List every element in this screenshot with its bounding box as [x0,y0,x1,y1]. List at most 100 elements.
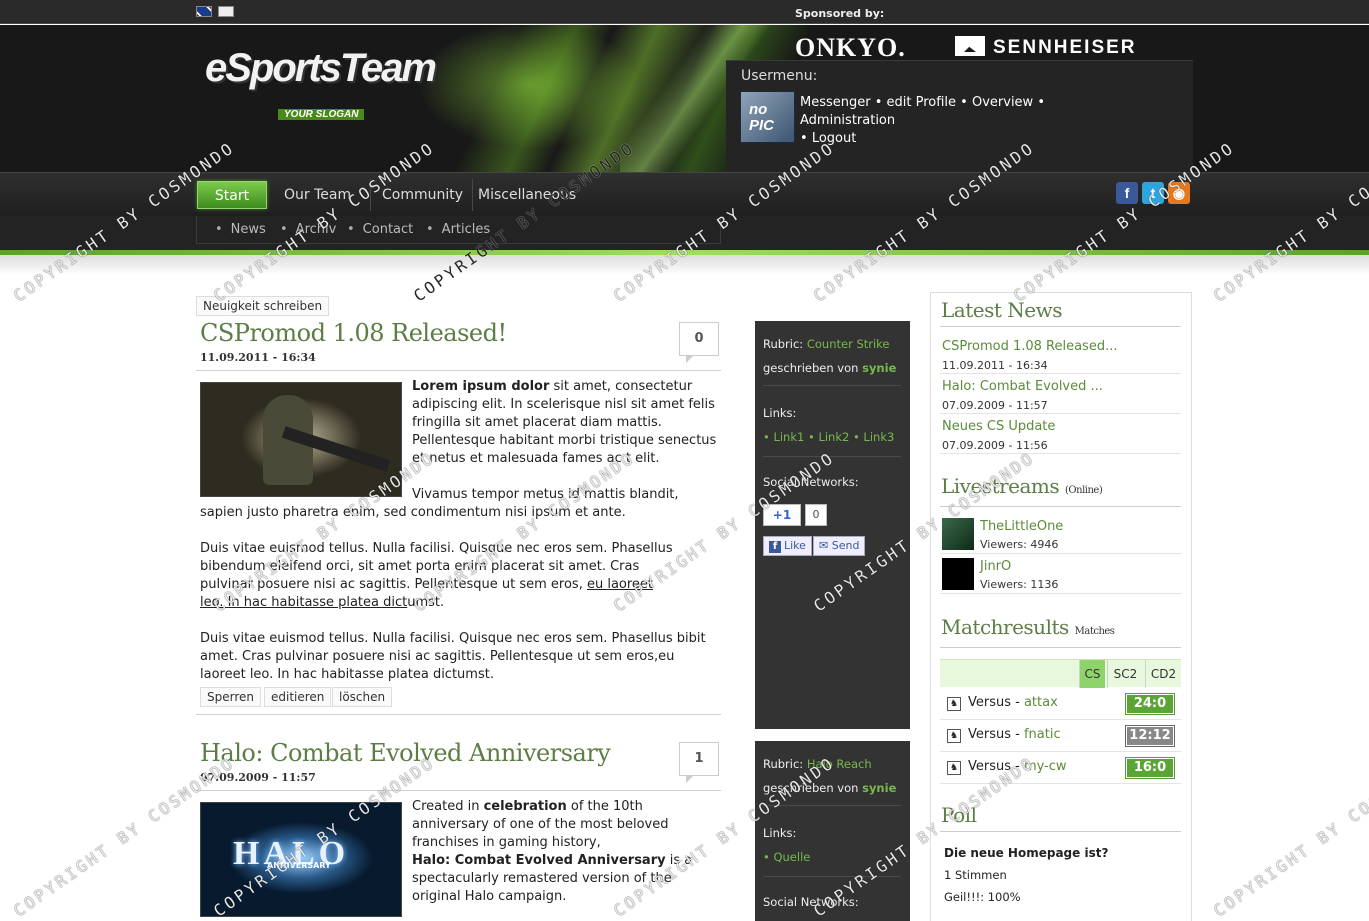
site-slogan: YOUR SLOGAN [278,109,365,120]
latest-news-link[interactable]: CSPromod 1.08 Released... [942,339,1117,354]
score-badge: 12:12 [1126,726,1174,746]
latest-news-date: 07.09.2009 - 11:56 [942,439,1048,452]
stream-viewers: Viewers: 1136 [980,578,1059,591]
nav-our-team[interactable]: Our Team [275,181,360,209]
meta-divider [763,876,901,877]
poll-heading: Poll [941,803,977,827]
match-tabs: CS SC2 CD2 [940,659,1181,688]
facebook-send-button[interactable]: ✉ Send [813,536,866,556]
link-2[interactable]: Link2 [818,430,849,444]
rss-icon[interactable]: ◉ [1168,182,1190,204]
tab-cd2[interactable]: CD2 [1145,660,1181,688]
stream-avatar [942,558,974,590]
english-flag-icon[interactable] [196,6,212,17]
sennheiser-mark-icon [955,36,985,56]
rubric-line: Rubric: Counter Strike [763,337,890,351]
comment-count-badge[interactable]: 1 [679,742,719,783]
match-row[interactable]: ♞ Versus - attax 24:0 [940,688,1181,720]
nav-start[interactable]: Start [197,181,267,209]
facebook-like-button[interactable]: f Like [763,536,812,556]
source-link[interactable]: Quelle [773,850,810,864]
match-label: Versus - my-cw [968,759,1067,774]
news-image[interactable]: HALO ANNIVERSARY [200,802,402,917]
subnav-news[interactable]: News [215,222,266,237]
stream-avatar [942,518,974,550]
links-label: Links: [763,406,797,420]
latest-news-link[interactable]: Neues CS Update [942,419,1055,434]
meta-divider [763,456,901,457]
messenger-link[interactable]: Messenger [800,95,871,110]
list-item[interactable]: JinrO Viewers: 1136 [940,556,1181,594]
site-logo[interactable]: eSportsTeam [205,46,437,91]
sidebar-divider [940,831,1181,832]
sponsor-sennheiser-logo[interactable]: SENNHEISER [955,36,1137,59]
tab-cs[interactable]: CS [1079,660,1105,688]
stream-viewers: Viewers: 4946 [980,538,1059,551]
link-1[interactable]: Link1 [773,430,804,444]
comment-count-badge[interactable]: 0 [679,322,719,363]
nav-shadow [0,255,1369,275]
subnav-contact[interactable]: Contact [347,222,414,237]
rubric-link[interactable]: Counter Strike [807,337,890,351]
nav-miscellaneous[interactable]: Miscellaneous [469,181,585,209]
livestreams-heading: Livestreams (Online) [941,474,1103,498]
rubric-link[interactable]: Halo Reach [807,757,872,771]
administration-link[interactable]: Administration [800,113,895,128]
user-menu-title: Usermenu: [741,68,818,84]
news-divider [196,790,721,791]
delete-button[interactable]: löschen [332,687,393,707]
nav-community[interactable]: Community [373,181,472,209]
author-link[interactable]: synie [862,781,896,795]
overview-link[interactable]: Overview [972,95,1033,110]
facebook-icon: f [769,541,781,553]
match-row[interactable]: ♞ Versus - my-cw 16:0 [940,752,1181,784]
news-title[interactable]: Halo: Combat Evolved Anniversary [200,739,611,767]
subnav-archiv[interactable]: Archiv [280,222,337,237]
list-item[interactable]: Neues CS Update 07.09.2009 - 11:56 [940,416,1181,454]
meta-divider [763,805,901,806]
opponent-link[interactable]: fnatic [1024,727,1061,742]
facebook-icon[interactable]: f [1116,182,1138,204]
stream-name[interactable]: TheLittleOne [980,519,1063,534]
latest-news-link[interactable]: Halo: Combat Evolved ... [942,379,1103,394]
game-icon: ♞ [947,761,961,775]
avatar[interactable]: no PIC [740,91,795,143]
opponent-link[interactable]: attax [1024,695,1058,710]
author-link[interactable]: synie [862,361,896,375]
subnav-articles[interactable]: Articles [426,222,490,237]
rubric-line: Rubric: Halo Reach [763,757,872,771]
list-item[interactable]: Halo: Combat Evolved ... 07.09.2009 - 11… [940,376,1181,414]
news-meta-panel: Rubric: Halo Reach geschrieben von synie… [755,741,910,921]
news-paragraph: Duis vitae euismod tellus. Nulla facilis… [200,631,706,682]
user-menu-links: Messenger • edit Profile • Overview • Ad… [800,95,1046,146]
write-news-button[interactable]: Neuigkeit schreiben [196,296,330,316]
tab-sc2[interactable]: SC2 [1107,660,1143,688]
edit-profile-link[interactable]: edit Profile [887,95,957,110]
link-3[interactable]: Link3 [863,430,894,444]
score-badge: 24:0 [1126,694,1174,714]
latest-news-date: 07.09.2009 - 11:57 [942,399,1048,412]
edit-button[interactable]: editieren [264,687,332,707]
poll-votes: 1 Stimmen [944,868,1007,882]
meta-divider [763,385,901,386]
author-line: geschrieben von synie [763,361,897,375]
latest-news-date: 11.09.2011 - 16:34 [942,359,1048,372]
stream-name[interactable]: JinrO [980,559,1011,574]
google-plus-button[interactable]: +1 [763,504,801,526]
list-item[interactable]: CSPromod 1.08 Released... 11.09.2011 - 1… [940,336,1181,374]
matchresults-heading: Matchresults Matches [941,615,1115,639]
news-title[interactable]: CSPromod 1.08 Released! [200,319,507,347]
google-plus-count: 0 [805,504,827,526]
logout-link[interactable]: Logout [812,131,857,146]
news-paragraph: Created in celebration of the 10th anniv… [412,799,693,904]
sponsor-onkyo-logo[interactable]: ONKYO. [795,33,906,63]
match-row[interactable]: ♞ Versus - fnatic 12:12 [940,720,1181,752]
news-image[interactable] [200,382,402,497]
social-networks-label: Social Networks: [763,475,859,489]
opponent-link[interactable]: my-cw [1024,759,1067,774]
twitter-icon[interactable]: t [1142,182,1164,204]
german-flag-icon[interactable] [218,6,234,17]
news-date: 07.09.2009 - 11:57 [200,771,316,784]
lock-button[interactable]: Sperren [200,687,261,707]
list-item[interactable]: TheLittleOne Viewers: 4946 [940,516,1181,554]
